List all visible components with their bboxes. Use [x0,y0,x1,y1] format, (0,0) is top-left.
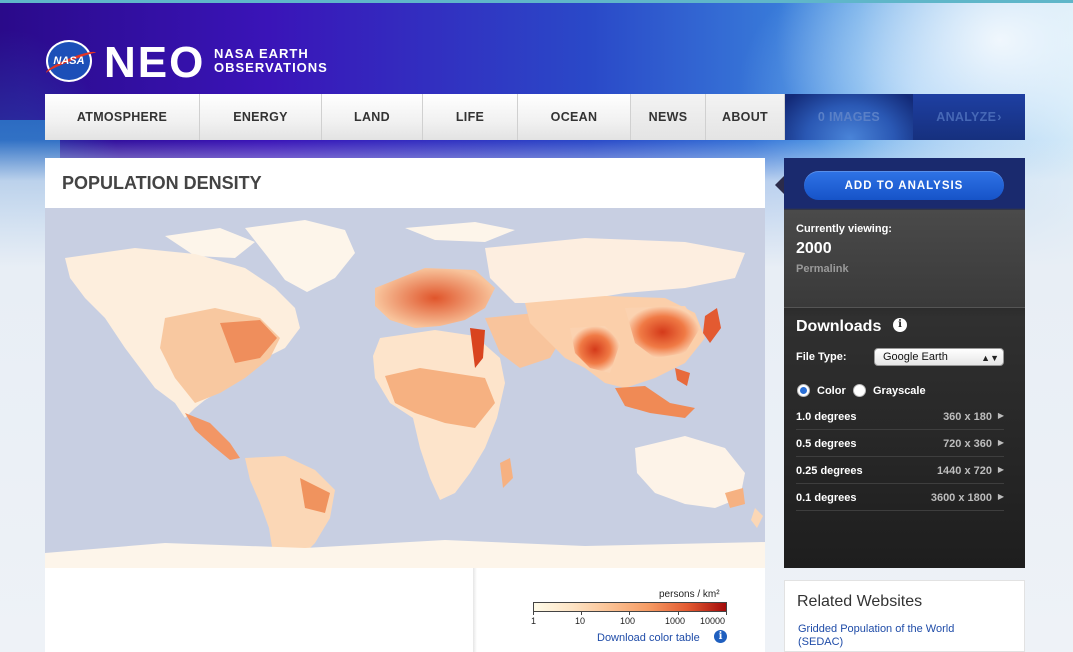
legend-label: 10 [575,616,586,626]
nav-ocean[interactable]: OCEAN [518,94,631,140]
resolution-degrees: 0.1 degrees [796,492,857,504]
grayscale-radio-label[interactable]: Grayscale [873,385,926,397]
resolution-size: 1440 x 720 [936,465,992,477]
divider [473,568,477,652]
sidebar-pointer [775,176,784,194]
resolution-degrees: 0.5 degrees [796,438,857,450]
page-title: POPULATION DENSITY [62,173,262,193]
resolution-degrees: 0.25 degrees [796,465,863,477]
nav-analyze-label: ANALYZE [936,110,997,124]
nasa-logo[interactable]: NASA [44,40,98,82]
related-website-link[interactable]: Gridded Population of the World (SEDAC) [798,623,998,649]
related-websites-panel: Related Websites Gridded Population of t… [784,580,1025,652]
resolution-size: 720 x 360 [943,438,992,450]
top-accent-line [0,0,1073,3]
resolution-degrees: 1.0 degrees [796,411,857,423]
chevron-right-icon: › [997,110,1002,124]
color-legend-bar [533,602,727,612]
color-radio[interactable] [797,384,810,397]
download-row[interactable]: 0.5 degrees 720 x 360 ▶ [796,430,1004,457]
add-to-analysis-button[interactable]: ADD TO ANALYSIS [804,171,1004,200]
nav-life[interactable]: LIFE [423,94,518,140]
legend-tick [581,612,582,615]
file-type-value: Google Earth [883,351,948,363]
legend-unit: persons / km² [659,589,720,600]
site-subtitle-line1: NASA EARTH [214,46,309,61]
resolution-size: 3600 x 1800 [930,492,992,504]
nav-atmosphere[interactable]: ATMOSPHERE [45,94,200,140]
play-arrow-icon: ▶ [997,492,1004,501]
nav-images[interactable]: 0 IMAGES [785,94,913,140]
legend-label: 1000 [665,616,686,626]
play-arrow-icon: ▶ [997,465,1004,474]
resolution-size: 360 x 180 [943,411,992,423]
currently-viewing-value: 2000 [796,240,832,257]
nav-energy[interactable]: ENERGY [200,94,322,140]
related-websites-heading: Related Websites [797,593,923,610]
sidebar-panel: ADD TO ANALYSIS Currently viewing: 2000 … [784,158,1025,568]
main-nav: ATMOSPHERE ENERGY LAND LIFE OCEAN NEWS A… [45,94,1025,140]
permalink-link[interactable]: Permalink [796,263,849,275]
legend-tick [533,612,534,615]
file-type-select[interactable]: Google Earth ▲▼ [874,348,1004,366]
legend-tick [678,612,679,615]
color-radio-label[interactable]: Color [817,385,846,397]
nav-land[interactable]: LAND [322,94,423,140]
legend-label: 1 [531,616,537,626]
world-map-image [45,220,765,568]
info-icon[interactable]: i [714,630,727,643]
legend-tick [726,612,727,615]
legend-label: 100 [620,616,636,626]
play-arrow-icon: ▶ [997,438,1004,447]
download-color-table-link[interactable]: Download color table [597,632,700,644]
nasa-logo-text: NASA [53,55,85,67]
select-arrows-icon: ▲▼ [981,353,999,363]
downloads-heading: Downloads [796,318,882,335]
legend-tick [629,612,630,615]
legend-label: 10000 [700,616,726,626]
nav-analyze[interactable]: ANALYZE › [913,94,1025,140]
site-subtitle: NASA EARTH OBSERVATIONS [214,47,328,75]
site-subtitle-line2: OBSERVATIONS [214,60,328,75]
site-title[interactable]: NEO [104,38,205,88]
download-row[interactable]: 1.0 degrees 360 x 180 ▶ [796,403,1004,430]
download-row[interactable]: 0.1 degrees 3600 x 1800 ▶ [796,484,1004,511]
file-type-label: File Type: [796,351,847,363]
info-icon[interactable]: i [893,318,907,332]
nav-news[interactable]: NEWS [631,94,706,140]
population-density-map[interactable] [45,208,765,568]
nav-about[interactable]: ABOUT [706,94,785,140]
download-row[interactable]: 0.25 degrees 1440 x 720 ▶ [796,457,1004,484]
play-arrow-icon: ▶ [997,411,1004,420]
main-panel: POPULATION DENSITY persons / km² 1 10 10… [45,158,765,652]
currently-viewing-label: Currently viewing: [796,223,892,235]
grayscale-radio[interactable] [853,384,866,397]
